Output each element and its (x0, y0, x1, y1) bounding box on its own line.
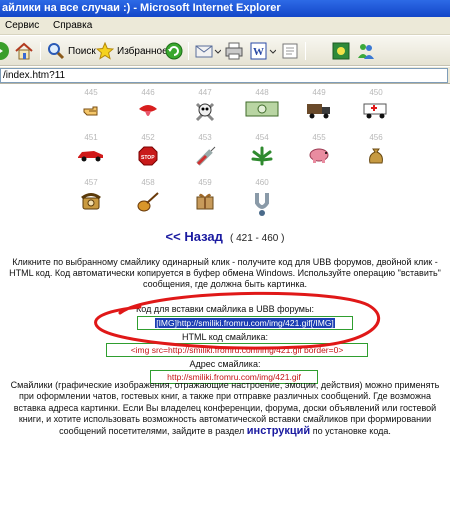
smiley-number: 460 (255, 178, 269, 187)
smiley-address-label: Адрес смайлика: (189, 359, 261, 369)
smiley-number: 449 (312, 88, 326, 97)
favorites-star-icon (96, 42, 114, 60)
favorites-button[interactable]: Избранное (96, 40, 168, 62)
smiley-cell[interactable]: 459 (178, 178, 232, 233)
messenger-button[interactable] (356, 40, 376, 62)
address-bar: /index.htm?11 (0, 67, 450, 84)
history-button[interactable] (164, 40, 184, 62)
info-tail: по установке кода. (312, 425, 391, 436)
smiley-number: 454 (255, 133, 269, 142)
word-edit-icon: W (250, 42, 276, 60)
ubb-code-field[interactable]: [IMG]http://smiliki.fromru.com/img/421.g… (137, 316, 353, 330)
smiley-cell[interactable]: 458 (121, 178, 175, 233)
window-title-bar: айлики на все случаи :) - Microsoft Inte… (0, 0, 450, 17)
hand-pointing-icon (83, 106, 98, 116)
ambulance-icon (363, 103, 387, 119)
home-icon (15, 42, 33, 60)
mail-icon (195, 45, 221, 58)
forward-button[interactable] (0, 40, 10, 62)
lips-tongue-icon (139, 105, 157, 116)
forward-arrow-icon (0, 42, 9, 60)
smiley-number: 456 (369, 133, 383, 142)
svg-text:W: W (253, 46, 264, 58)
window-title: айлики на все случаи :) - Microsoft Inte… (2, 2, 281, 14)
gift-box-icon (196, 193, 214, 210)
smiley-number: 458 (141, 178, 155, 187)
smiley-number: 452 (141, 133, 155, 142)
banknote-icon (245, 101, 279, 117)
smiley-number: 450 (369, 88, 383, 97)
search-icon (48, 43, 65, 60)
menu-bar: Сервис Справка (0, 17, 450, 35)
discuss-icon (282, 43, 298, 59)
messenger-icon (358, 44, 374, 59)
smiley-number: 445 (84, 88, 98, 97)
html-code-value: <img src=http://smiliki.fromru.com/img/4… (130, 345, 344, 355)
red-car-icon (78, 151, 103, 162)
ubb-code-value: [IMG]http://smiliki.fromru.com/img/421.g… (155, 318, 335, 328)
smiley-number: 453 (198, 133, 212, 142)
home-button[interactable] (14, 40, 34, 62)
svg-text:STOP: STOP (141, 155, 155, 161)
toolbar-separator (188, 42, 189, 60)
instructions-link[interactable]: инструкций (247, 425, 310, 437)
toolbar-separator (40, 42, 41, 60)
smiley-number: 448 (255, 88, 269, 97)
html-code-label: HTML код смайлика: (182, 332, 268, 342)
smiley-number: 459 (198, 178, 212, 187)
stop-sign-icon: STOP (138, 146, 158, 166)
cannabis-leaf-icon (251, 146, 273, 166)
print-button[interactable] (224, 40, 244, 62)
edit-button[interactable]: W (250, 40, 276, 62)
smiley-number: 447 (198, 88, 212, 97)
range-label: ( 421 - 460 ) (229, 233, 285, 244)
truck-icon (307, 104, 330, 119)
smiley-cell[interactable]: 456 (349, 133, 403, 188)
toolbar: Поиск Избранное W (0, 36, 450, 66)
history-icon (165, 42, 183, 60)
research-button[interactable] (332, 40, 350, 62)
address-field[interactable]: /index.htm?11 (0, 68, 448, 83)
menu-item-help[interactable]: Справка (48, 17, 98, 35)
html-code-field[interactable]: <img src=http://smiliki.fromru.com/img/4… (106, 343, 368, 357)
guitar-icon (137, 192, 159, 212)
instructions-text: Кликните по выбранному смайлику одинарны… (9, 257, 441, 289)
search-label: Поиск (68, 45, 96, 57)
smiley-cell[interactable]: 455 (292, 133, 346, 188)
smiley-number: 455 (312, 133, 326, 142)
favorites-label: Избранное (117, 45, 168, 57)
smiley-number: 446 (141, 88, 155, 97)
mail-button[interactable] (195, 40, 221, 62)
piggy-bank-icon (309, 148, 329, 163)
telephone-icon (81, 193, 101, 210)
syringe-icon (196, 146, 216, 166)
magnet-icon (255, 193, 269, 216)
navigation-row: << Назад ( 421 - 460 ) (0, 229, 450, 244)
smiley-cell[interactable]: 460 (235, 178, 289, 233)
back-link[interactable]: << Назад (166, 229, 223, 244)
smiley-cell[interactable]: 457 (64, 178, 118, 233)
info-paragraph: Смайлики (графические изображения, отраж… (4, 380, 446, 437)
discuss-button[interactable] (281, 40, 301, 62)
search-button[interactable]: Поиск (47, 40, 96, 62)
research-icon (332, 42, 350, 60)
smiley-number: 457 (84, 178, 98, 187)
ubb-code-label: Код для вставки смайлика в UBB форумы: (136, 304, 314, 314)
printer-icon (225, 42, 243, 60)
smiley-number: 451 (84, 133, 98, 142)
menu-item-tools[interactable]: Сервис (0, 17, 45, 35)
money-bag-icon (369, 148, 383, 164)
skull-crossbones-icon (195, 102, 215, 122)
toolbar-separator (305, 42, 306, 60)
page-content: 445 446 447 448 449 450 451 452 STOP 453… (0, 85, 450, 516)
